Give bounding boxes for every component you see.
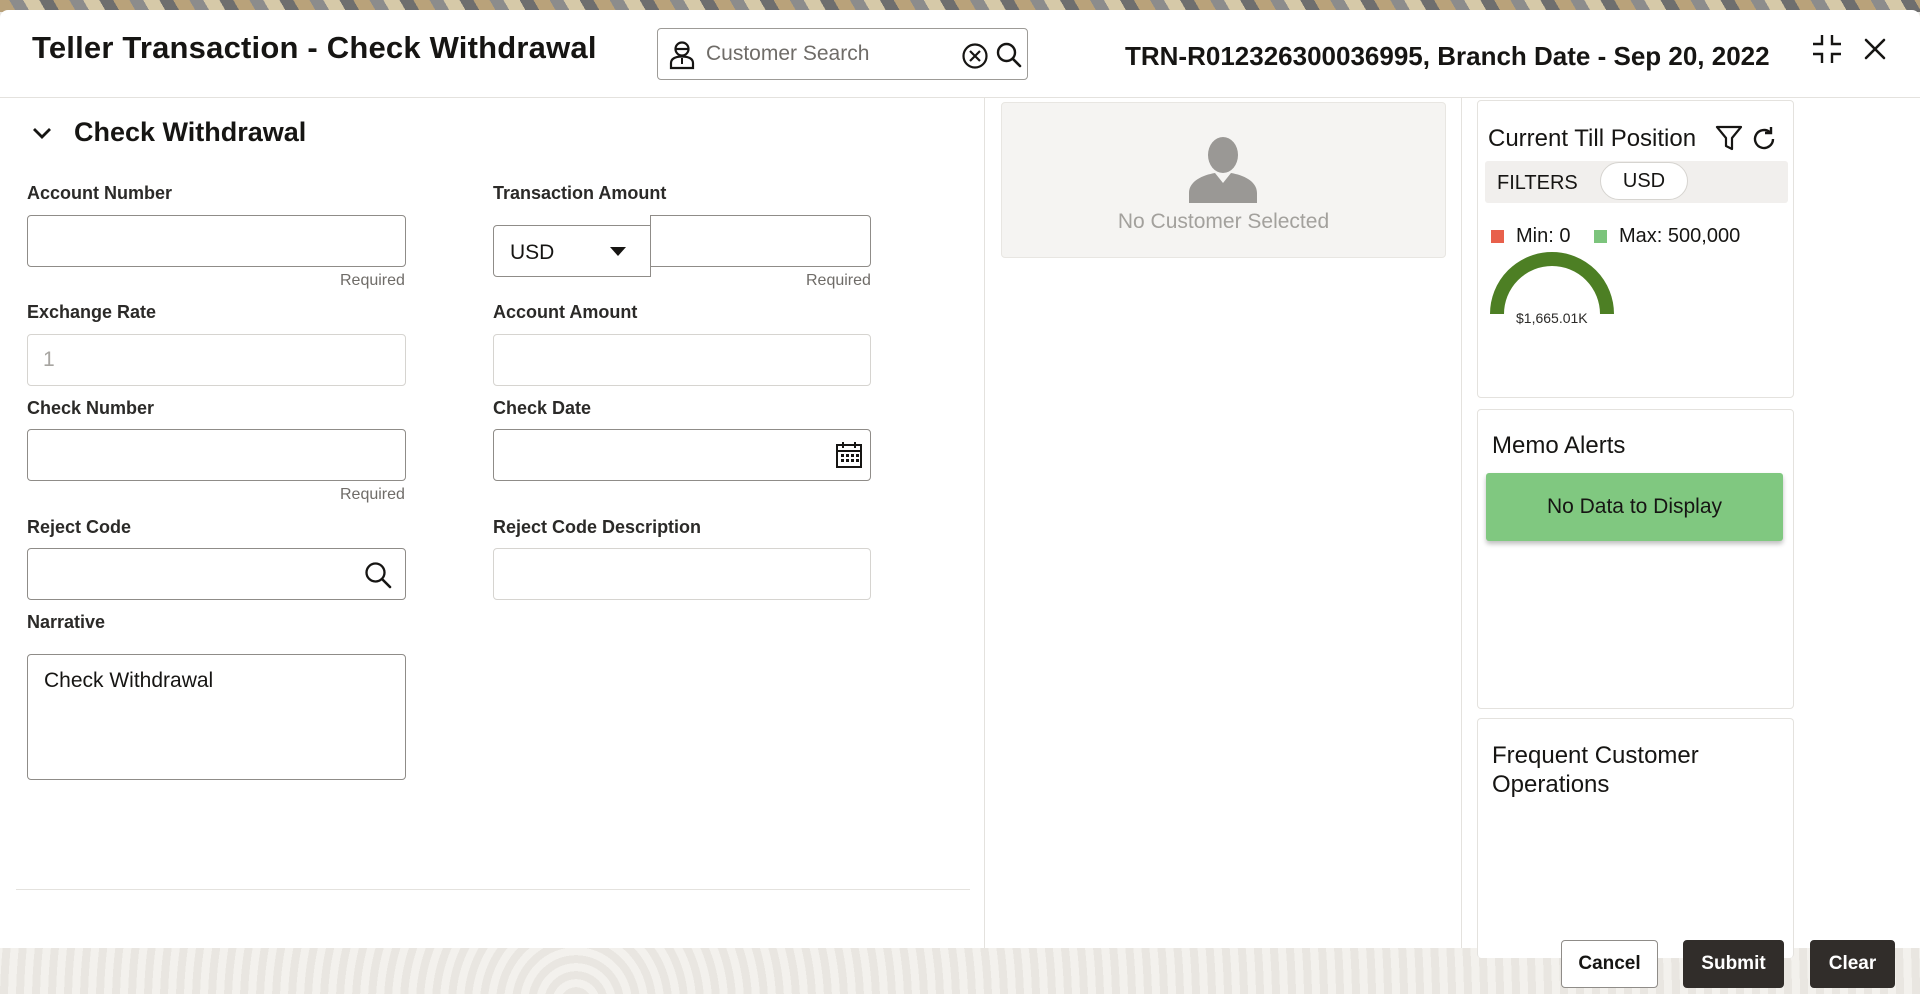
gauge-arc (1490, 252, 1614, 315)
window-header: Teller Transaction - Check Withdrawal TR… (0, 10, 1920, 98)
frequent-operations-panel: Frequent Customer Operations (1477, 718, 1794, 958)
check-date-label: Check Date (493, 398, 592, 418)
clear-button[interactable]: Clear (1810, 940, 1895, 988)
column-divider (984, 98, 985, 948)
account-amount-input (494, 335, 870, 385)
reject-code-label: Reject Code (27, 517, 132, 537)
customer-card: No Customer Selected (1001, 102, 1446, 258)
memo-alerts-empty: No Data to Display (1486, 473, 1783, 541)
legend-min-swatch (1491, 230, 1504, 243)
legend-min-label: Min: 0 (1516, 225, 1571, 247)
account-amount-label: Account Amount (493, 302, 638, 322)
refresh-icon[interactable] (1750, 125, 1778, 153)
customer-icon (669, 41, 695, 70)
transaction-amount-label: Transaction Amount (493, 183, 667, 203)
close-icon[interactable] (1858, 32, 1892, 66)
legend-max: Max: 500,000 (1594, 225, 1740, 248)
no-customer-text: No Customer Selected (1117, 210, 1330, 233)
caret-down-icon (610, 247, 626, 256)
section-title: Check Withdrawal (74, 117, 307, 147)
transaction-amount-input[interactable] (651, 216, 870, 266)
filter-chip-usd[interactable]: USD (1600, 162, 1688, 200)
search-icon[interactable] (995, 41, 1023, 69)
narrative-field[interactable]: Check Withdrawal (27, 654, 406, 780)
narrative-label: Narrative (27, 612, 106, 632)
exchange-rate-field (27, 334, 406, 386)
customer-search-input[interactable] (706, 39, 946, 69)
currency-value: USD (510, 241, 555, 264)
cancel-button[interactable]: Cancel (1561, 940, 1658, 988)
reject-code-input[interactable] (28, 549, 405, 599)
memo-alerts-title: Memo Alerts (1492, 432, 1626, 459)
transaction-amount-required: Required (806, 272, 871, 289)
filters-bar: FILTERS USD (1485, 161, 1788, 203)
chevron-down-icon[interactable] (30, 121, 54, 145)
gauge-value: $1,665.01K (1516, 310, 1588, 326)
reject-code-description-input (494, 549, 870, 599)
currency-select[interactable]: USD (493, 225, 651, 277)
column-divider (1461, 98, 1462, 948)
exchange-rate-input (28, 335, 405, 385)
calendar-icon[interactable] (834, 440, 864, 470)
user-avatar-icon (1189, 137, 1257, 203)
exchange-rate-label: Exchange Rate (27, 302, 157, 322)
account-number-label: Account Number (27, 183, 173, 203)
submit-button[interactable]: Submit (1683, 940, 1784, 988)
check-number-required: Required (340, 486, 405, 503)
search-icon[interactable] (363, 560, 393, 590)
check-date-input[interactable] (494, 430, 870, 480)
account-number-required: Required (340, 272, 405, 289)
transaction-window: Teller Transaction - Check Withdrawal TR… (0, 10, 1920, 958)
check-number-label: Check Number (27, 398, 155, 418)
memo-alerts-panel: Memo Alerts No Data to Display (1477, 409, 1794, 709)
transaction-reference: TRN-R012326300036995, Branch Date - Sep … (1125, 41, 1770, 71)
account-amount-field (493, 334, 871, 386)
account-number-field[interactable] (27, 215, 406, 267)
legend-max-label: Max: 500,000 (1619, 225, 1741, 247)
till-position-panel: Current Till Position FILTERS USD Min: 0… (1477, 100, 1794, 398)
page-title: Teller Transaction - Check Withdrawal (32, 30, 597, 65)
form-divider (16, 889, 970, 890)
till-position-title: Current Till Position (1488, 125, 1697, 152)
check-number-input[interactable] (28, 430, 405, 480)
reject-code-description-field (493, 548, 871, 600)
legend-min: Min: 0 (1491, 225, 1570, 248)
memo-alerts-empty-text: No Data to Display (1546, 495, 1723, 518)
reject-code-description-label: Reject Code Description (493, 517, 702, 537)
section-header: Check Withdrawal (30, 117, 306, 148)
reject-code-field[interactable] (27, 548, 406, 600)
narrative-textarea[interactable]: Check Withdrawal (28, 655, 405, 779)
legend-max-swatch (1594, 230, 1607, 243)
clear-search-icon[interactable] (961, 42, 989, 70)
account-number-input[interactable] (28, 216, 405, 266)
minimize-icon[interactable] (1810, 32, 1844, 66)
transaction-amount-field[interactable] (650, 215, 871, 267)
check-date-field[interactable] (493, 429, 871, 481)
filters-label: FILTERS (1497, 172, 1578, 194)
customer-search[interactable] (657, 28, 1028, 80)
frequent-operations-title: Frequent Customer Operations (1492, 742, 1699, 798)
check-number-field[interactable] (27, 429, 406, 481)
filter-icon[interactable] (1714, 123, 1744, 153)
